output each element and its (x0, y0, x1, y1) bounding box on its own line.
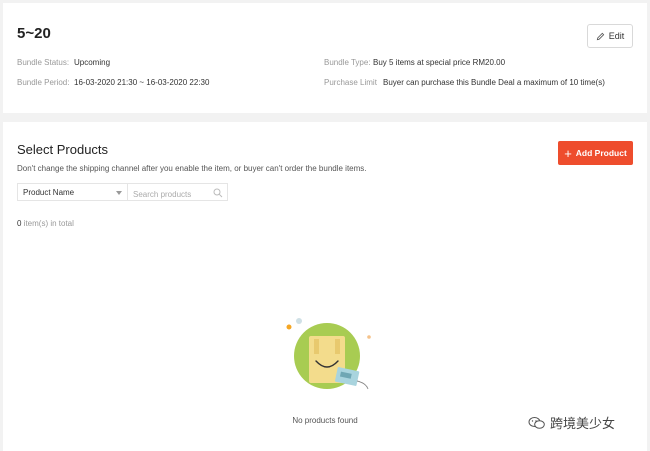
purchase-limit-label: Purchase Limit (324, 78, 377, 87)
filter-field-value: Product Name (23, 187, 75, 197)
wechat-icon (528, 416, 545, 429)
bundle-type-row: Bundle Type: Buy 5 items at special pric… (324, 58, 505, 67)
watermark-text: 跨境美少女 (550, 416, 616, 431)
bundle-status-value: Upcoming (74, 58, 111, 67)
watermark: 跨境美少女 (528, 413, 615, 432)
bundle-info-card: 5~20 Edit Bundle Status: Upcoming Bundle… (3, 3, 647, 113)
section-title: Select Products (17, 142, 109, 157)
product-filter: Product Name (17, 183, 228, 203)
select-products-card: Select Products Don't change the shippin… (3, 122, 647, 451)
item-count-suffix: item(s) in total (21, 219, 74, 228)
add-product-button[interactable]: + Add Product (558, 141, 633, 165)
edit-button[interactable]: Edit (587, 24, 633, 48)
shipping-note: Don't change the shipping channel after … (17, 164, 367, 173)
edit-button-label: Edit (608, 31, 625, 41)
caret-down-icon (116, 191, 122, 195)
plus-icon: + (564, 145, 572, 161)
add-product-label: Add Product (575, 148, 627, 158)
bundle-type-label: Bundle Type: (324, 58, 371, 67)
search-icon[interactable] (213, 188, 223, 198)
purchase-limit-value: Buyer can purchase this Bundle Deal a ma… (383, 78, 605, 87)
empty-bag-illustration (286, 318, 371, 390)
bundle-type-value: Buy 5 items at special price RM20.00 (373, 58, 506, 67)
bundle-period-value: 16-03-2020 21:30 ~ 16-03-2020 22:30 (74, 78, 210, 87)
purchase-limit-row: Purchase Limit Buyer can purchase this B… (324, 78, 605, 87)
bundle-status-label: Bundle Status: (17, 58, 70, 67)
bundle-period-row: Bundle Period: 16-03-2020 21:30 ~ 16-03-… (17, 78, 209, 87)
item-count: 0 item(s) in total (17, 219, 74, 228)
bundle-period-label: Bundle Period: (17, 78, 70, 87)
pencil-icon (596, 32, 604, 40)
filter-field-select[interactable]: Product Name (17, 183, 128, 201)
search-box (128, 183, 228, 203)
bundle-status-row: Bundle Status: Upcoming (17, 58, 110, 67)
bundle-title: 5~20 (17, 25, 51, 42)
